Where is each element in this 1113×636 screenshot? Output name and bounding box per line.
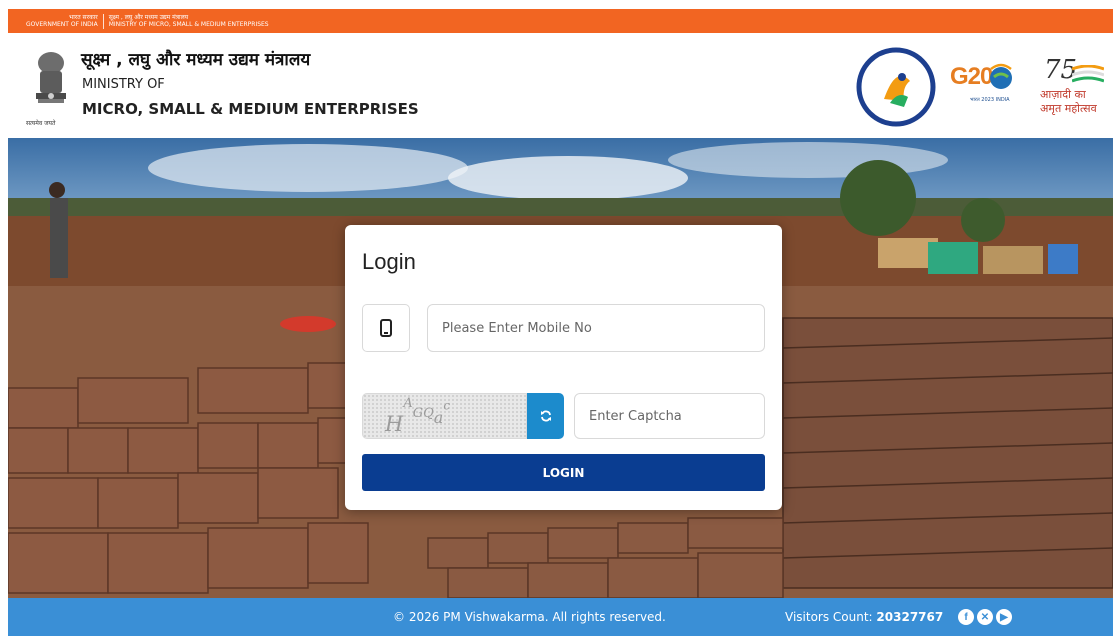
captcha-image: HAGQac [362,393,527,439]
site-header: सत्यमेव जयते सूक्ष्म , लघु और मध्यम उद्य… [8,33,1113,138]
gov-strip-left: भारत सरकार GOVERNMENT OF INDIA [26,14,103,29]
azadi-line-1: आज़ादी का [1040,88,1086,101]
ministry-name: MICRO, SMALL & MEDIUM ENTERPRISES [82,100,419,118]
pm-vishwakarma-logo-icon [856,47,936,127]
g20-logo: G20 भारत 2023 INDIA [946,61,1018,105]
login-card: Login HAGQac LOGIN [345,225,782,510]
login-title: Login [362,249,416,274]
g20-logo-text: G20 [950,63,993,90]
ministry-title-hindi: सूक्ष्म , लघु और मध्यम उद्यम मंत्रालय [81,50,311,70]
refresh-icon [540,410,551,422]
mobile-icon-box [362,304,410,352]
flag-wave-icon [1072,65,1104,83]
facebook-icon[interactable]: f [958,609,974,625]
social-links: f ✕ ▶ [958,609,1012,625]
government-strip: भारत सरकार GOVERNMENT OF INDIA सूक्ष्म ,… [8,9,1113,33]
login-button[interactable]: LOGIN [362,454,765,491]
x-icon[interactable]: ✕ [977,609,993,625]
youtube-icon[interactable]: ▶ [996,609,1012,625]
refresh-captcha-button[interactable] [527,393,564,439]
captcha-input[interactable] [574,393,765,439]
mobile-phone-icon [380,319,392,337]
azadi-line-2: अमृत महोत्सव [1040,102,1097,115]
visitors-counter: Visitors Count: 20327767 [785,610,943,624]
azadi-ka-amrit-mahotsav-logo: 75 आज़ादी का अमृत महोत्सव [1038,55,1108,125]
emblem-caption: सत्यमेव जयते [26,120,56,127]
mobile-number-input[interactable] [427,304,765,352]
gov-english-text: GOVERNMENT OF INDIA [26,21,98,28]
gov-hindi-text: भारत सरकार [69,13,98,21]
captcha-text: HAGQac [385,396,451,436]
g20-logo-subtext: भारत 2023 INDIA [970,97,1010,103]
copyright-text: © 2026 PM Vishwakarma. All rights reserv… [393,610,666,624]
ministry-english-text: MINISTRY OF MICRO, SMALL & MEDIUM ENTERP… [108,21,269,28]
ministry-hindi-text: सूक्ष्म , लघु और मध्यम उद्यम मंत्रालय [108,13,189,21]
globe-icon [990,63,1012,89]
visitors-label: Visitors Count: [785,610,873,624]
gov-strip-right: सूक्ष्म , लघु और मध्यम उद्यम मंत्रालय MI… [102,13,269,29]
ministry-of-label: MINISTRY OF [82,77,165,92]
site-footer: © 2026 PM Vishwakarma. All rights reserv… [8,598,1113,636]
visitors-count: 20327767 [876,610,944,624]
